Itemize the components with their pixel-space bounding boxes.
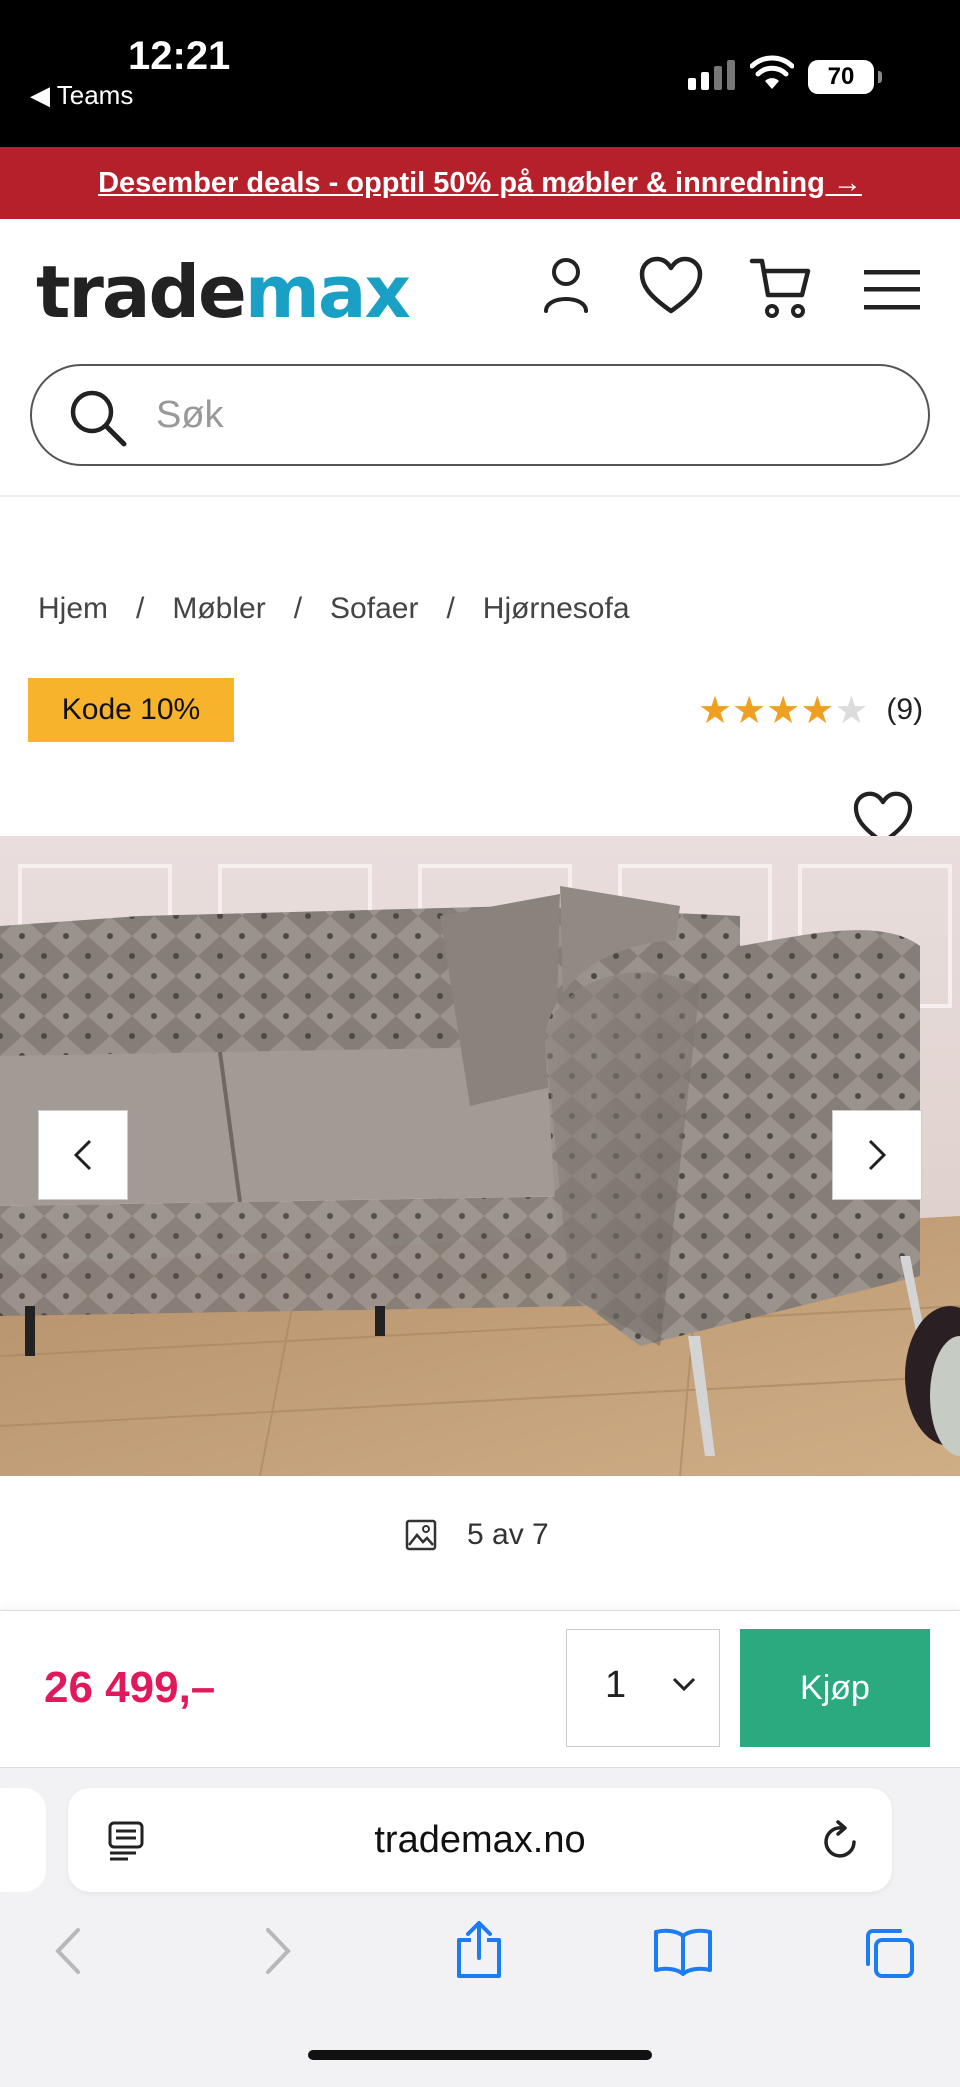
star-icon: ★ <box>698 688 733 732</box>
cellular-signal-icon <box>688 60 735 90</box>
heart-icon[interactable] <box>638 255 704 315</box>
battery-indicator: 70 <box>808 60 882 94</box>
logo-part-trade: trade <box>36 250 247 334</box>
promo-banner-link[interactable]: Desember deals - opptil 50% på møbler & … <box>0 147 960 219</box>
breadcrumb-separator: / <box>446 592 455 625</box>
quantity-select[interactable]: 1 <box>566 1629 720 1747</box>
breadcrumb-home[interactable]: Hjem <box>38 592 108 626</box>
quantity-value: 1 <box>605 1664 627 1706</box>
account-icon[interactable] <box>540 255 592 315</box>
product-price: 26 499,– <box>44 1663 216 1712</box>
discount-code-badge: Kode 10% <box>28 678 234 742</box>
search-input[interactable] <box>156 384 856 446</box>
star-icon: ★ <box>732 688 767 732</box>
reload-icon[interactable] <box>820 1818 862 1862</box>
breadcrumb-sofaer[interactable]: Sofaer <box>330 592 418 626</box>
back-icon[interactable] <box>52 1926 84 1976</box>
breadcrumb-separator: / <box>293 592 303 625</box>
rating-count: (9) <box>886 693 924 726</box>
share-icon[interactable] <box>454 1920 504 1980</box>
buy-bar: 26 499,– 1 Kjøp <box>0 1610 960 1768</box>
wifi-icon <box>750 55 794 89</box>
buy-button[interactable]: Kjøp <box>740 1629 930 1747</box>
breadcrumb-separator: / <box>136 592 145 625</box>
status-bar: 12:21 ◀ Teams 70 <box>0 0 960 147</box>
previous-image-button[interactable] <box>38 1110 128 1200</box>
trademax-logo[interactable]: trademax <box>36 250 411 334</box>
address-bar[interactable]: trademax.no <box>68 1788 892 1892</box>
forward-icon[interactable] <box>262 1926 294 1976</box>
browser-toolbar: trademax.no <box>0 1768 960 2087</box>
search-bar[interactable] <box>30 364 930 466</box>
logo-part-max: max <box>244 250 411 334</box>
image-counter: 5 av 7 <box>405 1518 549 1552</box>
bookmarks-icon[interactable] <box>652 1926 714 1976</box>
back-to-app-link[interactable]: ◀ Teams <box>30 80 133 111</box>
product-image[interactable] <box>0 836 960 1476</box>
cart-icon[interactable] <box>748 255 812 321</box>
reader-mode-icon[interactable] <box>106 1820 146 1862</box>
tabs-icon[interactable] <box>862 1926 916 1980</box>
breadcrumb-mobler[interactable]: Møbler <box>172 592 265 626</box>
home-indicator <box>308 2050 652 2060</box>
menu-icon[interactable] <box>862 268 922 312</box>
previous-tab-preview[interactable] <box>0 1788 46 1892</box>
chevron-left-icon <box>73 1139 92 1171</box>
status-time: 12:21 <box>128 34 231 78</box>
image-counter-text: 5 av 7 <box>467 1518 549 1551</box>
product-rating[interactable]: ★ ★ ★ ★ ★ (9) <box>698 688 923 732</box>
chevron-down-icon <box>672 1677 696 1692</box>
next-image-button[interactable] <box>832 1110 922 1200</box>
image-icon <box>405 1519 437 1551</box>
breadcrumb: Hjem / Møbler / Sofaer / Hjørnesofa <box>38 592 630 626</box>
url-text: trademax.no <box>374 1819 586 1861</box>
search-icon <box>70 390 127 447</box>
star-empty-icon: ★ <box>834 688 869 732</box>
star-icon: ★ <box>766 688 801 732</box>
breadcrumb-hjornesofa[interactable]: Hjørnesofa <box>483 592 630 626</box>
star-icon: ★ <box>800 688 835 732</box>
chevron-right-icon <box>868 1139 887 1171</box>
header-divider <box>0 495 960 497</box>
